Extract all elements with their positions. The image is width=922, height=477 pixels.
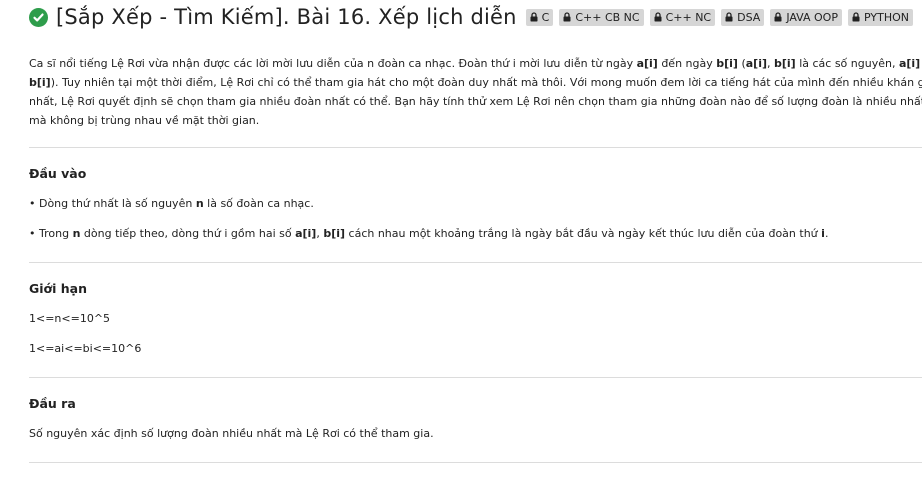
- lock-icon: [654, 12, 662, 22]
- output-heading: Đầu ra: [29, 396, 76, 411]
- tag-label: C++ NC: [665, 10, 712, 24]
- section-divider: [29, 262, 922, 263]
- check-circle-icon: [29, 7, 48, 27]
- problem-title: [Sắp Xếp - Tìm Kiếm]. Bài 16. Xếp lịch d…: [56, 5, 517, 29]
- output-text: Số nguyên xác định số lượng đoàn nhiều n…: [29, 427, 434, 440]
- section-divider: [29, 462, 922, 463]
- tag-label: DSA: [737, 10, 761, 24]
- problem-page: [Sắp Xếp - Tìm Kiếm]. Bài 16. Xếp lịch d…: [0, 0, 922, 477]
- tag-cpp-nc[interactable]: C++ NC: [649, 8, 716, 26]
- lock-icon: [530, 12, 538, 22]
- tag-dsa[interactable]: DSA: [721, 8, 765, 26]
- lock-icon: [563, 12, 571, 22]
- lock-icon: [725, 12, 733, 22]
- section-divider: [29, 377, 922, 378]
- tag-java-oop[interactable]: JAVA OOP: [770, 8, 842, 26]
- problem-header: [Sắp Xếp - Tìm Kiếm]. Bài 16. Xếp lịch d…: [29, 3, 919, 31]
- tag-label: C++ CB NC: [575, 10, 640, 24]
- tag-label: PYTHON: [863, 10, 909, 24]
- input-line-1: • Dòng thứ nhất là số nguyên n là số đoà…: [29, 197, 314, 210]
- limits-heading: Giới hạn: [29, 281, 88, 296]
- input-line-2: • Trong n dòng tiếp theo, dòng thứ i gồm…: [29, 227, 829, 240]
- problem-description: Ca sĩ nổi tiếng Lệ Rơi vừa nhận được các…: [29, 57, 922, 127]
- tag-label: JAVA OOP: [786, 10, 838, 24]
- tag-c[interactable]: C: [525, 8, 554, 26]
- limit-line-1: 1<=n<=10^5: [29, 312, 111, 325]
- input-heading: Đầu vào: [29, 166, 87, 181]
- limit-line-2: 1<=ai<=bi<=10^6: [29, 342, 142, 355]
- tag-cpp-cb-nc[interactable]: C++ CB NC: [559, 8, 644, 26]
- language-tags: C C++ CB NC C++ NC DSA JAVA OOP PYTHON: [525, 8, 919, 26]
- tag-label: C: [541, 10, 550, 24]
- section-divider: [29, 147, 922, 148]
- tag-python[interactable]: PYTHON: [847, 8, 913, 26]
- lock-icon: [774, 12, 782, 22]
- lock-icon: [852, 12, 860, 22]
